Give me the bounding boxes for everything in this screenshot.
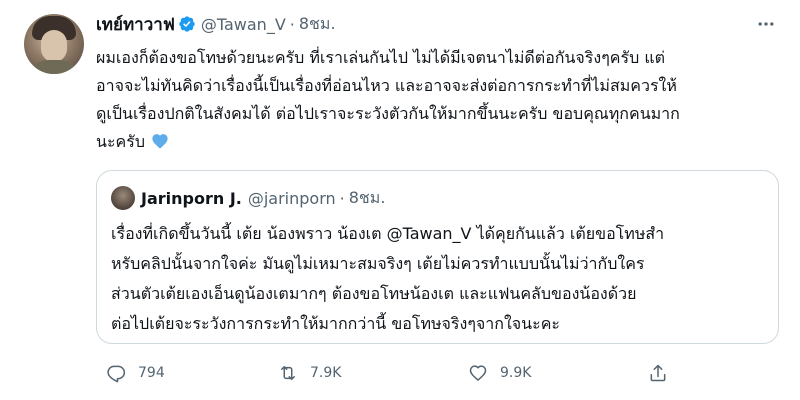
quoted-handle: @jarinporn xyxy=(247,188,336,208)
quoted-text: เรื่องที่เกิดขึ้นวันนี้ เต้ย น้องพราว น้… xyxy=(111,219,771,339)
more-dots-icon[interactable] xyxy=(754,12,778,36)
reply-button[interactable]: 794 xyxy=(106,358,165,388)
handle[interactable]: @Tawan_V xyxy=(201,15,286,34)
heart-icon xyxy=(469,365,487,381)
like-button[interactable]: 9.9K xyxy=(468,358,531,388)
reply-icon xyxy=(107,365,126,383)
more-dots-glyph xyxy=(758,22,774,26)
tweet-text-line-last: นะครับ xyxy=(96,128,786,156)
quoted-separator-dot: · xyxy=(339,188,345,208)
avatar-shirt xyxy=(28,60,80,74)
tweet-header: เทย์ทาวาฟ @Tawan_V · 8ชม. xyxy=(96,12,336,36)
quoted-avatar xyxy=(111,186,135,210)
verified-badge-icon xyxy=(179,16,195,32)
separator-dot: · xyxy=(289,14,295,34)
display-name[interactable]: เทย์ทาวาฟ xyxy=(96,11,175,38)
like-count: 9.9K xyxy=(500,365,532,381)
quoted-text-line: เรื่องที่เกิดขึ้นวันนี้ เต้ย น้องพราว น้… xyxy=(111,224,665,243)
action-bar: 794 7.9K 9.9K xyxy=(96,358,786,388)
avatar-face xyxy=(41,30,67,62)
reply-count: 794 xyxy=(138,365,165,381)
share-icon xyxy=(650,364,666,382)
quoted-text-line: ส่วนตัวเต้ยเองเอ็นดูน้องเตมากๆ ต้องขอโทษ… xyxy=(111,284,637,303)
blue-heart-icon xyxy=(152,134,168,149)
quoted-tweet[interactable]: Jarinporn J. @jarinporn · 8ชม. เรื่องที่… xyxy=(96,170,779,344)
retweet-button[interactable]: 7.9K xyxy=(278,358,341,388)
quoted-timestamp: 8ชม. xyxy=(348,187,386,207)
tweet-text: ผมเองก็ต้องขอโทษด้วยนะครับ ที่เราเล่นกัน… xyxy=(96,44,786,156)
timestamp[interactable]: 8ชม. xyxy=(299,12,336,37)
retweet-icon xyxy=(281,366,295,380)
quoted-text-line: หรับคลิปนั้นจากใจค่ะ มันดูไม่เหมาะสมจริง… xyxy=(111,254,645,273)
tweet-text-line: ผมเองก็ต้องขอโทษด้วยนะครับ ที่เราเล่นกัน… xyxy=(96,48,666,67)
quoted-text-line: ต่อไปเต้ยจะระวังการกระทำให้มากกว่านี้ ขอ… xyxy=(111,314,560,333)
share-button[interactable] xyxy=(648,358,680,388)
tweet-text-line: อาจจะไม่ทันคิดว่าเรื่องนี้เป็นเรื่องที่อ… xyxy=(96,76,677,95)
tweet-text-last-words: นะครับ xyxy=(96,132,145,151)
avatar[interactable] xyxy=(24,14,84,74)
quoted-tweet-header: Jarinporn J. @jarinporn · 8ชม. xyxy=(111,185,385,211)
tweet-card[interactable]: เทย์ทาวาฟ @Tawan_V · 8ชม. ผมเองก็ต้องขอโ… xyxy=(0,0,800,400)
retweet-count: 7.9K xyxy=(310,365,342,381)
tweet-text-line: ดูเป็นเรื่องปกติในสังคมได้ ต่อไปเราจะระว… xyxy=(96,104,680,123)
quoted-display-name: Jarinporn J. xyxy=(141,188,242,208)
